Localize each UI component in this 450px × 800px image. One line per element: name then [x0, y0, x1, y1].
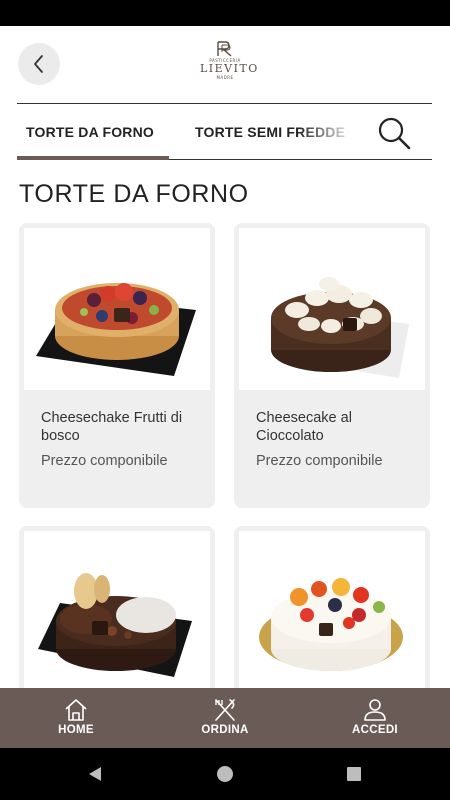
product-card[interactable]: Cheesecake al Cioccolato Prezzo componib…	[234, 223, 430, 508]
brand-logo[interactable]: PASTICCERIA LIEVITO MADRE	[200, 40, 259, 90]
nav-accedi[interactable]: ACCEDI	[339, 688, 411, 748]
chevron-left-icon	[34, 55, 43, 73]
nav-ordina[interactable]: ORDINA	[189, 688, 261, 748]
product-image	[24, 531, 210, 693]
fork-knife-icon	[215, 699, 235, 721]
search-button[interactable]	[377, 116, 413, 152]
product-card[interactable]: Cheesechake Frutti di bosco Prezzo compo…	[19, 223, 215, 508]
product-price: Prezzo componibile	[256, 453, 383, 469]
product-name: Cheesechake Frutti di bosco	[41, 410, 183, 444]
header: PASTICCERIA LIEVITO MADRE	[0, 26, 450, 104]
tab-torte-da-forno[interactable]: TORTE DA FORNO	[26, 124, 154, 140]
logo-icon	[217, 41, 232, 57]
home-icon	[65, 699, 87, 721]
active-tab-indicator	[17, 156, 169, 160]
nav-accedi-label: ACCEDI	[352, 724, 398, 736]
system-nav-bar	[0, 748, 450, 800]
system-recents-icon[interactable]	[346, 766, 362, 782]
status-bar	[0, 0, 450, 26]
product-image	[24, 228, 210, 390]
system-back-icon[interactable]	[86, 765, 104, 783]
product-name: Cheesecake al Cioccolato	[256, 410, 352, 444]
nav-home[interactable]: HOME	[40, 688, 112, 748]
system-home-icon[interactable]	[216, 765, 234, 783]
tab-scroll-fade	[297, 114, 357, 150]
category-tabs: TORTE DA FORNO TORTE SEMI FREDDE	[17, 103, 432, 160]
product-price: Prezzo componibile	[41, 453, 168, 469]
section-title: TORTE DA FORNO	[19, 180, 249, 208]
search-icon	[378, 117, 411, 150]
user-icon	[364, 699, 386, 721]
logo-text-bottom: MADRE	[216, 75, 234, 80]
nav-home-label: HOME	[58, 724, 94, 736]
product-image	[239, 228, 425, 390]
app-screen: PASTICCERIA LIEVITO MADRE TORTE DA FORNO…	[0, 26, 450, 748]
bottom-nav: HOME ORDINA ACCEDI	[0, 688, 450, 748]
logo-text-name: LIEVITO	[200, 62, 259, 75]
back-button[interactable]	[18, 43, 60, 85]
nav-ordina-label: ORDINA	[201, 724, 249, 736]
product-image	[239, 531, 425, 693]
